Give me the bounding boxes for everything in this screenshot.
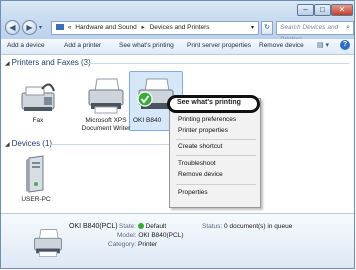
menu-item-properties[interactable]: Properties — [178, 189, 208, 196]
printers-group-label: Printers and Faxes (3) — [11, 58, 91, 67]
model-label: Model: — [117, 232, 137, 239]
add-printer-button[interactable]: Add a printer — [64, 42, 101, 49]
device-label: Fax — [32, 117, 44, 124]
menu-separator — [176, 184, 256, 185]
device-label-line-2: Document Writer — [81, 125, 131, 132]
model-value: OKI B840(PCL) — [138, 232, 184, 239]
search-input[interactable]: Search Devices and Printers ⌕ — [276, 21, 354, 43]
category-label: Category: — [108, 241, 137, 248]
menu-item-remove-device[interactable]: Remove device — [178, 171, 223, 178]
remove-device-button[interactable]: Remove device — [259, 42, 304, 49]
menu-item-label: See what's printing — [177, 99, 241, 106]
help-icon[interactable]: ? — [340, 40, 350, 50]
forward-button[interactable]: ▶ — [22, 20, 37, 35]
state-value: Default — [145, 223, 167, 230]
details-device-name: OKI B840(PCL) — [69, 223, 118, 230]
details-state: State: Default — [119, 223, 166, 230]
address-prefix: « — [67, 24, 72, 31]
menu-separator — [176, 155, 256, 156]
devices-group-label: Devices (1) — [11, 139, 53, 148]
computer-tower-icon — [26, 155, 44, 193]
breadcrumb-separator[interactable]: ▸ — [142, 24, 145, 31]
search-icon[interactable]: ⌕ — [346, 22, 350, 34]
address-dropdown-icon[interactable]: ▾ — [251, 22, 254, 34]
fax-icon — [21, 83, 55, 111]
menu-item-troubleshoot[interactable]: Troubleshoot — [178, 160, 216, 167]
status-value: 0 document(s) in queue — [224, 223, 293, 230]
back-button[interactable]: ◀ — [5, 20, 20, 35]
printer-item-microsoft-xps[interactable]: Microsoft XPS Document Writer — [73, 77, 139, 133]
expand-icon[interactable]: ◢ — [5, 142, 10, 148]
recent-pages-dropdown[interactable]: ▾ — [39, 24, 42, 31]
title-bar: – □ ✕ ◀ ▶ ▾ « Hardware and Sound ▸ Devic… — [1, 1, 354, 43]
close-button[interactable]: ✕ — [331, 4, 353, 16]
menu-item-create-shortcut[interactable]: Create shortcut — [178, 143, 222, 150]
menu-item-see-whats-printing[interactable]: See what's printing — [167, 95, 260, 113]
printer-icon — [88, 78, 124, 114]
breadcrumb-devices-and-printers[interactable]: Devices and Printers — [150, 24, 210, 31]
menu-item-printing-preferences[interactable]: Printing preferences — [178, 116, 236, 123]
printers-group-header[interactable]: ◢ Printers and Faxes (3) — [5, 58, 91, 67]
printer-icon — [34, 229, 62, 257]
default-check-icon — [137, 223, 144, 230]
refresh-button[interactable]: ↻ — [261, 21, 273, 35]
details-pane: OKI B840(PCL) State: Default Status: 0 d… — [1, 213, 354, 268]
state-label: State: — [119, 223, 136, 230]
default-check-icon — [137, 91, 153, 107]
minimize-button[interactable]: – — [297, 4, 314, 16]
add-device-button[interactable]: Add a device — [7, 42, 45, 49]
breadcrumb-hardware-and-sound[interactable]: Hardware and Sound — [75, 24, 136, 31]
folder-icon — [56, 24, 64, 31]
group-divider — [87, 63, 349, 64]
menu-separator — [176, 139, 256, 140]
address-bar[interactable]: « Hardware and Sound ▸ Devices and Print… — [51, 21, 259, 35]
expand-icon[interactable]: ◢ — [5, 61, 10, 67]
device-item-user-pc[interactable]: USER-PC — [11, 154, 61, 204]
devices-and-printers-window: – □ ✕ ◀ ▶ ▾ « Hardware and Sound ▸ Devic… — [0, 0, 355, 269]
device-label-line-1: Microsoft XPS — [85, 117, 127, 124]
details-model: Model: OKI B840(PCL) — [117, 232, 184, 239]
devices-group-header[interactable]: ◢ Devices (1) — [5, 139, 52, 148]
command-toolbar: Add a device Add a printer See what's pr… — [1, 39, 354, 55]
maximize-button[interactable]: □ — [314, 4, 331, 16]
device-label: USER-PC — [21, 196, 51, 203]
group-divider — [51, 144, 169, 145]
details-status: Status: 0 document(s) in queue — [202, 223, 292, 230]
menu-item-printer-properties[interactable]: Printer properties — [178, 127, 228, 134]
category-value: Printer — [138, 241, 158, 248]
see-whats-printing-button[interactable]: See what's printing — [119, 42, 174, 49]
change-view-icon[interactable]: ▤ ▾ — [317, 41, 329, 49]
printer-item-fax[interactable]: Fax — [7, 79, 69, 125]
details-category: Category: Printer — [108, 241, 157, 248]
status-label: Status: — [202, 223, 223, 230]
print-server-properties-button[interactable]: Print server properties — [187, 42, 251, 49]
context-menu: Printing preferences Printer properties … — [169, 98, 261, 208]
